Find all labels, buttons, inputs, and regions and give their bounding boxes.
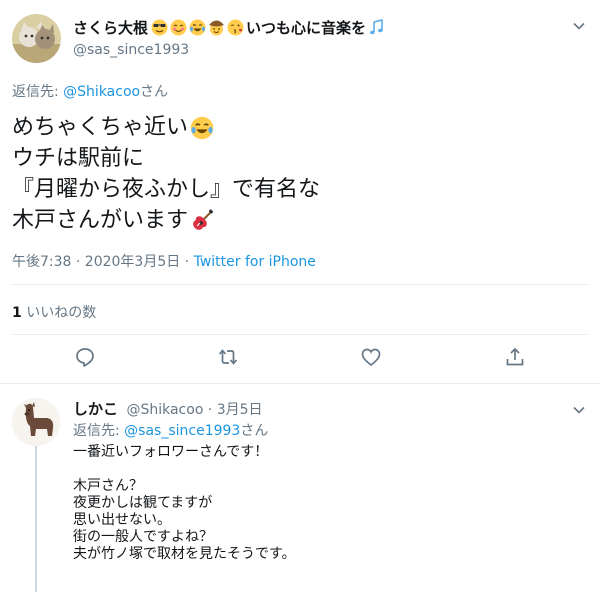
tweet-line-text: 木戸さんがいます (12, 208, 189, 233)
tweet-line: 『月曜から夜ふかし』で有名な (12, 174, 320, 205)
reply-line: 夫が竹ノ塚で取材を見たそうです。 (73, 546, 296, 562)
reply-line: 思い出せない。 (73, 512, 171, 528)
name-emojis: いつも心に音楽を (151, 17, 385, 38)
reply-text: 一番近いフォロワーさんです！ 木戸さん？ 夜更かしは観てますが 思い出せない。 … (73, 444, 296, 563)
tweet-source[interactable]: Twitter for iPhone (194, 254, 316, 270)
reply-to: 返信先: @Shikacooさん (12, 81, 168, 101)
chevron-down-icon[interactable] (572, 18, 586, 32)
reply-to-label: 返信先: (73, 423, 125, 439)
avatar[interactable] (12, 398, 60, 446)
share-icon[interactable] (504, 346, 526, 368)
reply-to: 返信先: @sas_since1993さん (73, 420, 268, 440)
reply-display-name[interactable]: しかこ (73, 400, 118, 418)
musical-notes-icon (368, 18, 385, 36)
chevron-down-icon[interactable] (572, 402, 586, 416)
reply-icon[interactable] (74, 346, 96, 368)
reply-date[interactable]: · 3月5日 (203, 402, 263, 418)
tweet-line: 木戸さんがいます (12, 205, 320, 236)
reply-line: 夜更かしは観てますが (73, 495, 213, 511)
reply-line: 木戸さん？ (73, 478, 143, 494)
action-bar (0, 346, 600, 374)
smiling-face-with-sunglasses-icon (151, 19, 168, 36)
divider (12, 284, 588, 285)
likes-count[interactable]: 1 いいねの数 (12, 302, 96, 322)
tweet-line-text: めちゃくちゃ近い (12, 115, 189, 140)
face-with-tears-of-joy-icon (189, 19, 206, 36)
like-icon[interactable] (360, 346, 382, 368)
like-count-label: いいねの数 (21, 305, 97, 321)
face-blowing-kiss-icon (227, 19, 244, 36)
guitar-icon (190, 208, 214, 233)
display-name-text: さくら大根 (73, 19, 149, 37)
reply-to-suffix: さん (140, 84, 169, 100)
tweet-line-text: 『月曜から夜ふかし』で有名な (12, 177, 321, 202)
retweet-icon[interactable] (217, 346, 239, 368)
display-name[interactable]: さくら大根 いつも心に音楽を (73, 17, 385, 38)
display-name-suffix: いつも心に音楽を (246, 19, 367, 37)
main-tweet: さくら大根 いつも心に音楽を @sas_since1993 返信先: @Shik… (0, 0, 600, 384)
tweet-text: めちゃくちゃ近い ウチは駅前に 『月曜から夜ふかし』で有名な 木戸さんがいます (12, 112, 320, 236)
reply-to-suffix: さん (240, 423, 269, 439)
tweet-meta: 午後7:38 · 2020年3月5日 · Twitter for iPhone (12, 251, 316, 271)
reply-author-row[interactable]: しかこ @Shikacoo · 3月5日 (73, 398, 263, 419)
reply-to-mention[interactable]: @Shikacoo (63, 84, 140, 100)
reply-to-label: 返信先: (12, 84, 64, 100)
reply-handle[interactable]: @Shikacoo (126, 402, 203, 418)
reply-line: 街の一般人ですよね？ (73, 529, 213, 545)
handle[interactable]: @sas_since1993 (73, 42, 385, 58)
reply-line-blank (73, 461, 296, 478)
face-with-tears-of-joy-icon (190, 116, 214, 140)
cowboy-hat-face-icon (208, 19, 225, 36)
reply-line: 一番近いフォロワーさんです！ (73, 444, 269, 460)
reply-to-mention[interactable]: @sas_since1993 (124, 423, 240, 439)
tweet-line-text: ウチは駅前に (12, 146, 145, 171)
timestamp[interactable]: 午後7:38 · 2020年3月5日 · (12, 254, 194, 270)
like-count-number: 1 (12, 305, 22, 321)
thread-line (35, 446, 37, 592)
divider (12, 334, 588, 335)
tweet-line: ウチは駅前に (12, 143, 320, 174)
author-block[interactable]: さくら大根 いつも心に音楽を @sas_since1993 (73, 17, 385, 58)
tweet-line: めちゃくちゃ近い (12, 112, 320, 143)
avatar[interactable] (12, 14, 61, 63)
smiling-face-with-blush-icon (170, 19, 187, 36)
